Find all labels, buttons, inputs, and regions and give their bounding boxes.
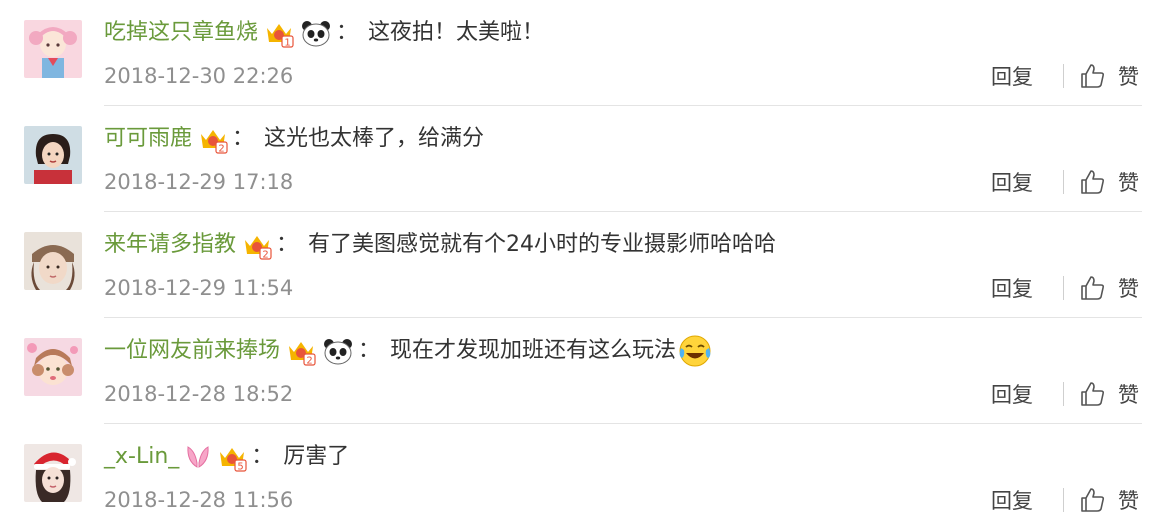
svg-text:1: 1 bbox=[284, 38, 290, 49]
panda-icon bbox=[300, 17, 332, 49]
thumbs-up-icon bbox=[1081, 276, 1105, 300]
svg-text:2: 2 bbox=[218, 144, 224, 155]
thumbs-up-icon bbox=[1081, 382, 1105, 406]
comment-header: _x-Lin_ 5 ： 厉害了 bbox=[104, 437, 349, 477]
separator-colon: ： bbox=[251, 444, 274, 469]
avatar[interactable] bbox=[24, 20, 82, 78]
action-divider bbox=[1063, 170, 1064, 194]
comment-text: 这夜拍！太美啦！ bbox=[368, 20, 545, 45]
like-button[interactable]: 赞 bbox=[1078, 482, 1139, 518]
comment-text: 现在才发现加班还有这么玩法 bbox=[390, 338, 677, 363]
laughing-crying-icon bbox=[678, 334, 712, 368]
comment-item: _x-Lin_ 5 ： 厉害了 2018-12-28 11:56 回复 赞 bbox=[0, 424, 1174, 524]
like-button[interactable]: 赞 bbox=[1078, 164, 1139, 200]
like-label: 赞 bbox=[1118, 171, 1139, 195]
comment-list: 吃掉这只章鱼烧 1 ： 这夜拍！太美啦！ 2018-12-30 22:26 回复… bbox=[0, 0, 1174, 524]
like-label: 赞 bbox=[1118, 489, 1139, 513]
like-button[interactable]: 赞 bbox=[1078, 376, 1139, 412]
separator-colon: ： bbox=[358, 338, 381, 363]
username-link[interactable]: 来年请多指教 bbox=[104, 229, 236, 261]
like-button[interactable]: 赞 bbox=[1078, 270, 1139, 306]
timestamp: 2018-12-28 18:52 bbox=[104, 382, 294, 406]
comment-text: 厉害了 bbox=[283, 444, 350, 469]
thumbs-up-icon bbox=[1081, 64, 1105, 88]
comment-item: 一位网友前来捧场 2 ： 现在才发现加班还有这么玩法 2018-12-28 18… bbox=[0, 318, 1174, 424]
crown-vip-icon[interactable]: 2 bbox=[286, 336, 316, 366]
username-link[interactable]: 吃掉这只章鱼烧 bbox=[104, 17, 258, 49]
action-divider bbox=[1063, 488, 1064, 512]
like-label: 赞 bbox=[1118, 65, 1139, 89]
comment-item: 吃掉这只章鱼烧 1 ： 这夜拍！太美啦！ 2018-12-30 22:26 回复… bbox=[0, 0, 1174, 106]
action-divider bbox=[1063, 276, 1064, 300]
svg-text:2: 2 bbox=[262, 250, 268, 261]
reply-button[interactable]: 回复 bbox=[991, 378, 1033, 410]
timestamp: 2018-12-29 11:54 bbox=[104, 276, 294, 300]
comment-text: 有了美图感觉就有个24小时的专业摄影师哈哈哈 bbox=[308, 232, 777, 257]
comment-header: 一位网友前来捧场 2 ： 现在才发现加班还有这么玩法 bbox=[104, 331, 712, 371]
like-label: 赞 bbox=[1118, 383, 1139, 407]
comment-text: 这光也太棒了，给满分 bbox=[264, 126, 485, 151]
username-link[interactable]: 一位网友前来捧场 bbox=[104, 335, 280, 367]
reply-button[interactable]: 回复 bbox=[991, 484, 1033, 516]
timestamp: 2018-12-29 17:18 bbox=[104, 170, 294, 194]
comment-item: 可可雨鹿 2 ： 这光也太棒了，给满分 2018-12-29 17:18 回复 … bbox=[0, 106, 1174, 212]
like-label: 赞 bbox=[1118, 277, 1139, 301]
separator-colon: ： bbox=[336, 20, 359, 45]
timestamp: 2018-12-28 11:56 bbox=[104, 488, 294, 512]
thumbs-up-icon bbox=[1081, 170, 1105, 194]
timestamp: 2018-12-30 22:26 bbox=[104, 64, 294, 88]
reply-button[interactable]: 回复 bbox=[991, 272, 1033, 304]
separator-colon: ： bbox=[276, 232, 299, 257]
separator-colon: ： bbox=[232, 126, 255, 151]
avatar[interactable] bbox=[24, 444, 82, 502]
crown-vip-icon[interactable]: 5 bbox=[217, 442, 247, 472]
thumbs-up-icon bbox=[1081, 488, 1105, 512]
comment-header: 可可雨鹿 2 ： 这光也太棒了，给满分 bbox=[104, 119, 484, 159]
avatar[interactable] bbox=[24, 338, 82, 396]
crown-vip-icon[interactable]: 2 bbox=[242, 230, 272, 260]
action-divider bbox=[1063, 64, 1064, 88]
reply-button[interactable]: 回复 bbox=[991, 60, 1033, 92]
comment-item: 来年请多指教 2 ： 有了美图感觉就有个24小时的专业摄影师哈哈哈 2018-1… bbox=[0, 212, 1174, 318]
avatar[interactable] bbox=[24, 126, 82, 184]
like-button[interactable]: 赞 bbox=[1078, 58, 1139, 94]
svg-text:2: 2 bbox=[306, 356, 312, 367]
crown-vip-icon[interactable]: 2 bbox=[198, 124, 228, 154]
comment-header: 吃掉这只章鱼烧 1 ： 这夜拍！太美啦！ bbox=[104, 13, 544, 53]
reply-button[interactable]: 回复 bbox=[991, 166, 1033, 198]
username-link[interactable]: 可可雨鹿 bbox=[104, 123, 192, 155]
panda-icon bbox=[322, 335, 354, 367]
action-divider bbox=[1063, 382, 1064, 406]
bunny-ears-icon bbox=[185, 443, 211, 471]
username-link[interactable]: _x-Lin_ bbox=[104, 441, 179, 473]
comment-header: 来年请多指教 2 ： 有了美图感觉就有个24小时的专业摄影师哈哈哈 bbox=[104, 225, 776, 265]
svg-text:5: 5 bbox=[238, 462, 244, 473]
crown-vip-icon[interactable]: 1 bbox=[264, 18, 294, 48]
avatar[interactable] bbox=[24, 232, 82, 290]
